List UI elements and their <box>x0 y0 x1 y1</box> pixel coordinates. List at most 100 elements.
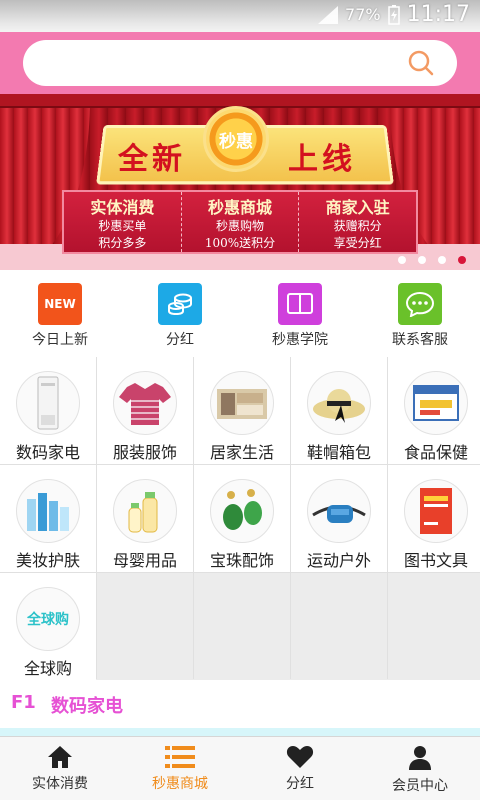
category-label: 图书文具 <box>403 551 468 570</box>
signal-icon <box>318 5 339 24</box>
tab-label: 秒惠商城 <box>152 776 208 792</box>
chat-bubble-icon <box>398 283 442 325</box>
baby-bottles-image <box>113 479 177 543</box>
floor-content-strip <box>0 728 480 736</box>
tab-offline-consumption[interactable]: 实体消费 <box>0 737 120 800</box>
clock-badge-text: 秒惠 <box>219 131 253 152</box>
new-badge-icon: NEW <box>38 283 82 325</box>
category-label: 全球购 <box>23 659 72 678</box>
search-icon[interactable] <box>407 49 435 77</box>
waist-bag-image <box>307 479 371 543</box>
quick-link-academy[interactable]: 秒惠学院 <box>240 270 360 357</box>
polo-shirt-image <box>113 371 177 435</box>
category-label: 母婴用品 <box>112 551 177 570</box>
category-mother-baby[interactable]: 母婴用品 <box>97 465 193 572</box>
banner-card-line: 获赠积分 <box>333 219 382 233</box>
category-label: 鞋帽箱包 <box>306 443 371 462</box>
category-label: 美妆护肤 <box>15 551 80 570</box>
person-icon <box>409 746 431 770</box>
grid-empty-cell <box>388 573 480 680</box>
category-food-health[interactable]: 食品保健 <box>388 357 480 464</box>
skincare-bottles-image <box>16 479 80 543</box>
coins-icon <box>158 283 202 325</box>
clock: 11:17 <box>406 2 470 27</box>
category-grid: 数码家电 服装服饰 居家生活 鞋帽箱包 食品保健 美妆护肤 母婴用品 宝珠配饰 … <box>0 357 480 680</box>
quick-link-label: 联系客服 <box>392 332 448 348</box>
category-label: 运动户外 <box>306 551 371 570</box>
headline-right: 上线 <box>288 142 356 177</box>
category-outdoor[interactable]: 运动户外 <box>291 465 387 572</box>
grid-empty-cell <box>291 573 387 680</box>
grid-empty-cell <box>97 573 193 680</box>
banner-card-title: 商家入驻 <box>325 198 390 217</box>
battery-percent: 77% <box>345 5 381 24</box>
status-bar: 77% 11:17 <box>0 0 480 32</box>
floor-header: F1 数码家电 <box>0 680 480 728</box>
carousel-dot-active[interactable] <box>458 256 466 264</box>
book-image <box>404 479 468 543</box>
carousel-dot[interactable] <box>398 256 406 264</box>
banner-card: 商家入驻 获赠积分 享受分红 <box>299 192 416 252</box>
promo-banner[interactable]: 全新 上线 秒惠 实体消费 秒惠买单 积分多多 秒惠商城 秒惠购物 100%送积… <box>0 94 480 270</box>
banner-card-line: 秒惠买单 <box>98 219 147 233</box>
global-shopping-image-text: 全球购 <box>27 612 69 628</box>
quick-link-new[interactable]: NEW 今日上新 <box>0 270 120 357</box>
banner-cards: 实体消费 秒惠买单 积分多多 秒惠商城 秒惠购物 100%送积分 商家入驻 获赠… <box>62 190 418 254</box>
category-label: 食品保健 <box>403 443 468 462</box>
banner-card: 实体消费 秒惠买单 积分多多 <box>64 192 182 252</box>
carousel-dots[interactable] <box>398 256 466 264</box>
category-label: 居家生活 <box>209 443 274 462</box>
banner-card-line: 秒惠购物 <box>216 219 265 233</box>
tab-label: 会员中心 <box>392 778 448 794</box>
category-label: 服装服饰 <box>112 443 177 462</box>
headline-left: 全新 <box>118 142 186 177</box>
category-beauty[interactable]: 美妆护肤 <box>0 465 96 572</box>
search-input[interactable] <box>23 40 457 86</box>
category-global-shopping[interactable]: 全球购 全球购 <box>0 573 96 680</box>
global-shopping-image: 全球购 <box>16 587 80 651</box>
banner-card-line: 积分多多 <box>98 236 147 250</box>
clock-badge: 秒惠 <box>203 106 269 172</box>
jade-earrings-image <box>210 479 274 543</box>
list-icon <box>165 746 195 768</box>
tab-member-center[interactable]: 会员中心 <box>360 737 480 800</box>
banner-card-line: 享受分红 <box>333 236 382 250</box>
home-goods-image <box>210 371 274 435</box>
category-books[interactable]: 图书文具 <box>388 465 480 572</box>
category-digital-appliances[interactable]: 数码家电 <box>0 357 96 464</box>
tab-label: 实体消费 <box>32 776 88 792</box>
supplement-box-image <box>404 371 468 435</box>
quick-link-label: 秒惠学院 <box>272 332 328 348</box>
floor-title[interactable]: 数码家电 <box>51 692 123 718</box>
tab-mall[interactable]: 秒惠商城 <box>120 737 240 800</box>
tab-dividend[interactable]: 分红 <box>240 737 360 800</box>
sun-hat-image <box>307 371 371 435</box>
category-home-living[interactable]: 居家生活 <box>194 357 290 464</box>
banner-card-title: 实体消费 <box>90 198 155 217</box>
bottom-tab-bar: 实体消费 秒惠商城 分红 会员中心 <box>0 736 480 800</box>
floor-number: F1 <box>11 692 36 713</box>
quick-link-support[interactable]: 联系客服 <box>360 270 480 357</box>
carousel-dot[interactable] <box>418 256 426 264</box>
grid-empty-cell <box>194 573 290 680</box>
category-label: 数码家电 <box>15 443 80 462</box>
book-icon <box>278 283 322 325</box>
new-badge-text: NEW <box>44 297 76 311</box>
quick-link-dividend[interactable]: 分红 <box>120 270 240 357</box>
category-label: 宝珠配饰 <box>209 551 274 570</box>
category-jewelry[interactable]: 宝珠配饰 <box>194 465 290 572</box>
quick-links: NEW 今日上新 分红 秒惠学院 联系客服 <box>0 270 480 357</box>
tab-label: 分红 <box>286 776 314 792</box>
category-shoes-bags[interactable]: 鞋帽箱包 <box>291 357 387 464</box>
air-conditioner-image <box>16 371 80 435</box>
heart-icon <box>286 746 314 768</box>
banner-card-line: 100%送积分 <box>204 236 276 250</box>
carousel-dot[interactable] <box>438 256 446 264</box>
quick-link-label: 分红 <box>166 332 194 348</box>
banner-card: 秒惠商城 秒惠购物 100%送积分 <box>182 192 300 252</box>
search-header <box>0 32 480 94</box>
banner-card-title: 秒惠商城 <box>208 198 273 217</box>
battery-icon <box>387 4 400 25</box>
category-apparel[interactable]: 服装服饰 <box>97 357 193 464</box>
home-icon <box>48 746 72 768</box>
